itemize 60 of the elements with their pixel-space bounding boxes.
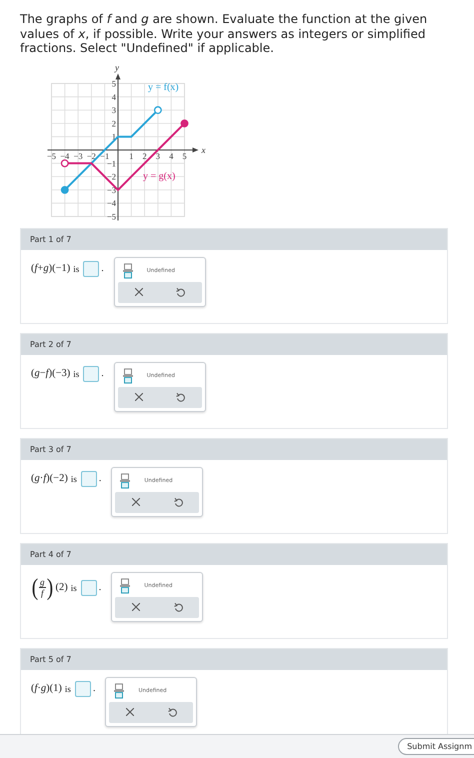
is-text: is (70, 582, 77, 592)
function-label: y = f(x) (148, 82, 179, 92)
function-label: y = g(x) (143, 170, 176, 182)
math-expression: (f+g)(−1) (31, 263, 70, 274)
fraction-icon[interactable] (120, 578, 130, 594)
x-tick-label: 2 (142, 150, 147, 160)
y-tick-label: −1 (106, 158, 116, 168)
undo-icon (174, 602, 183, 612)
math-expression: (f·g)(1) (31, 683, 62, 694)
y-tick-label: −3 (106, 184, 116, 194)
fraction-icon[interactable] (122, 368, 133, 384)
part-header: Part 2 of 7 (21, 334, 447, 354)
is-text: is (70, 474, 77, 484)
undo-icon (176, 392, 186, 402)
x-tick-label: −2 (86, 150, 96, 160)
y-tick-label: 5 (112, 78, 116, 88)
part-header: Part 3 of 7 (21, 438, 447, 460)
instructions-text: The graphs of f and g are shown. Evaluate the function at the given values of x, if possible. Write your answers as integers or simplified fractions. Select "Undefined" if applicable. (19, 11, 428, 56)
part-header: Part 5 of 7 (21, 648, 447, 670)
x-tick-label: 3 (156, 150, 160, 160)
is-text: is (73, 368, 80, 378)
y-tick-label: 2 (112, 118, 116, 128)
x-tick-label: 5 (182, 150, 187, 160)
submit-assignment-button[interactable]: Submit Assignm (398, 738, 474, 755)
is-text: is (64, 684, 71, 694)
x-tick-label: −5 (46, 150, 56, 160)
close-icon (134, 288, 143, 296)
part-header: Part 1 of 7 (21, 228, 447, 250)
period-text: . (101, 263, 104, 274)
part-header: Part 4 of 7 (21, 544, 447, 564)
math-expression: (2) (56, 582, 68, 593)
y-tick-label: −5 (106, 211, 116, 221)
period-text: . (98, 473, 102, 484)
y-tick-label: 3 (112, 104, 116, 115)
fraction-icon[interactable] (120, 472, 130, 488)
close-icon (132, 603, 140, 611)
y-axis-label: y (115, 62, 119, 72)
undo-icon (168, 707, 177, 717)
x-tick-label: −3 (74, 150, 83, 160)
undo-icon (174, 497, 183, 507)
x-tick-label: −4 (60, 150, 70, 160)
y-tick-label: −2 (106, 171, 116, 182)
y-tick-label: −4 (106, 198, 116, 208)
x-tick-label: −1 (100, 150, 110, 160)
y-tick-label: 4 (112, 91, 116, 102)
close-icon (132, 498, 140, 506)
math-expression: (g·f)(−2) (31, 473, 68, 484)
close-icon (134, 393, 143, 401)
fraction-icon[interactable] (122, 262, 133, 278)
x-axis-label: x (202, 144, 206, 154)
period-text: . (98, 582, 102, 593)
is-text: is (73, 264, 80, 274)
undo-icon (176, 287, 186, 297)
fraction-icon[interactable] (114, 682, 124, 698)
close-icon (126, 708, 134, 716)
period-text: . (92, 683, 96, 694)
x-tick-label: 4 (169, 150, 174, 160)
math-expression: (g−f)(−3) (31, 368, 70, 379)
period-text: . (101, 368, 104, 379)
x-tick-label: 1 (129, 150, 134, 160)
